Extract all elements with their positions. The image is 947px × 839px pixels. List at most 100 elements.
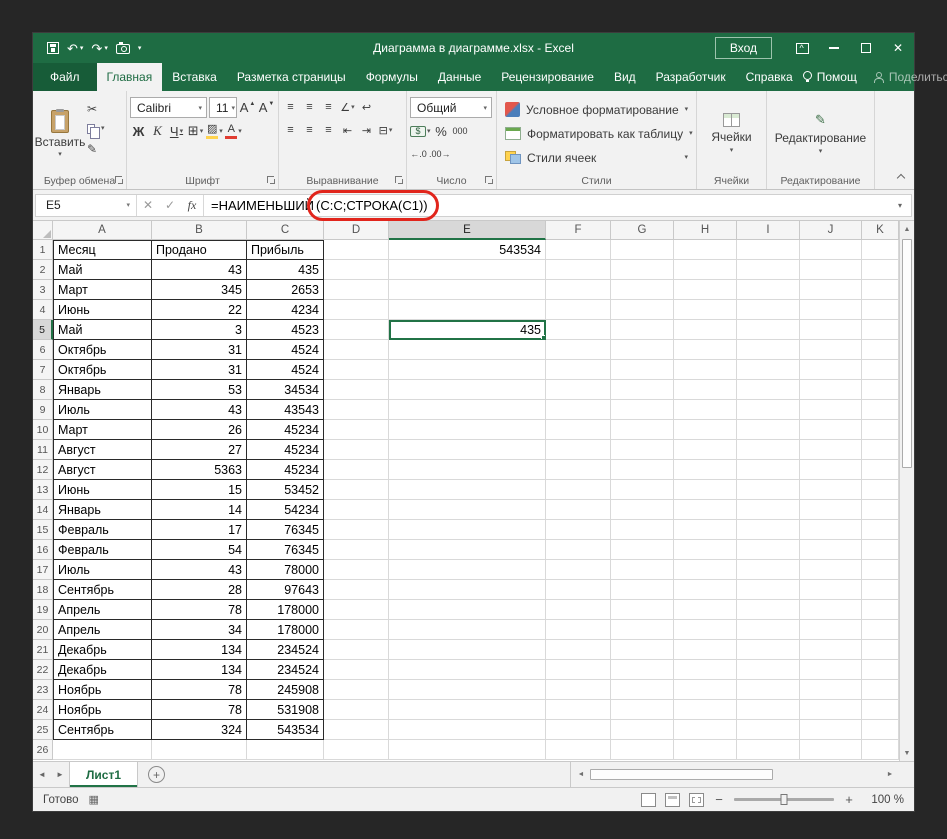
cell-C12[interactable]: 45234 [247,460,324,480]
cell-D11[interactable] [324,440,389,460]
cell-J5[interactable] [800,320,862,340]
cell-styles-button[interactable]: Стили ячеек▾ [500,146,693,169]
align-center-button[interactable]: ≡ [301,120,318,140]
cell-E20[interactable] [389,620,546,640]
cell-B26[interactable] [152,740,247,760]
cell-D10[interactable] [324,420,389,440]
cell-G14[interactable] [611,500,674,520]
cell-G21[interactable] [611,640,674,660]
cell-C5[interactable]: 4523 [247,320,324,340]
view-normal-icon[interactable] [641,793,656,807]
cell-G5[interactable] [611,320,674,340]
cell-H6[interactable] [674,340,737,360]
column-header-F[interactable]: F [546,221,611,240]
select-all-button[interactable] [33,221,53,240]
sheet-tab-list1[interactable]: Лист1 [69,762,138,787]
cell-F2[interactable] [546,260,611,280]
align-top-button[interactable]: ≡ [282,97,299,117]
cell-J12[interactable] [800,460,862,480]
cell-C24[interactable]: 531908 [247,700,324,720]
cell-E23[interactable] [389,680,546,700]
cell-H16[interactable] [674,540,737,560]
cell-D8[interactable] [324,380,389,400]
cell-I21[interactable] [737,640,800,660]
cell-H17[interactable] [674,560,737,580]
row-header-22[interactable]: 22 [33,660,53,680]
close-button[interactable]: ✕ [882,33,914,63]
cell-K13[interactable] [862,480,899,500]
sign-in-button[interactable]: Вход [715,37,772,59]
cell-F24[interactable] [546,700,611,720]
cell-C6[interactable]: 4524 [247,340,324,360]
cell-E12[interactable] [389,460,546,480]
cell-C20[interactable]: 178000 [247,620,324,640]
column-header-J[interactable]: J [800,221,862,240]
cell-G4[interactable] [611,300,674,320]
cell-E8[interactable] [389,380,546,400]
cell-K10[interactable] [862,420,899,440]
cell-K11[interactable] [862,440,899,460]
cell-B22[interactable]: 134 [152,660,247,680]
cell-F14[interactable] [546,500,611,520]
cell-D7[interactable] [324,360,389,380]
cell-D1[interactable] [324,240,389,260]
cell-F19[interactable] [546,600,611,620]
cell-H8[interactable] [674,380,737,400]
row-header-8[interactable]: 8 [33,380,53,400]
ribbon-tab-6[interactable]: Рецензирование [491,63,604,91]
row-header-20[interactable]: 20 [33,620,53,640]
cell-D21[interactable] [324,640,389,660]
row-header-24[interactable]: 24 [33,700,53,720]
cell-A10[interactable]: Март [53,420,152,440]
cell-H7[interactable] [674,360,737,380]
cell-E19[interactable] [389,600,546,620]
cell-D14[interactable] [324,500,389,520]
file-tab[interactable]: Файл [33,63,97,91]
cell-C22[interactable]: 234524 [247,660,324,680]
cell-G20[interactable] [611,620,674,640]
formula-bar-expand-icon[interactable]: ▾ [898,201,911,210]
cell-C7[interactable]: 4524 [247,360,324,380]
cell-J23[interactable] [800,680,862,700]
cell-F22[interactable] [546,660,611,680]
cell-I15[interactable] [737,520,800,540]
cell-C1[interactable]: Прибыль [247,240,324,260]
cell-D16[interactable] [324,540,389,560]
chevron-down-icon[interactable]: ▾ [228,104,235,112]
sheet-nav-left-icon[interactable]: ◄ [33,762,51,787]
horizontal-scroll-track[interactable] [588,769,883,780]
ribbon-tab-2[interactable]: Вставка [162,63,227,91]
cell-B23[interactable]: 78 [152,680,247,700]
row-header-23[interactable]: 23 [33,680,53,700]
cell-D20[interactable] [324,620,389,640]
cell-G8[interactable] [611,380,674,400]
cell-D6[interactable] [324,340,389,360]
ribbon-tab-8[interactable]: Разработчик [646,63,736,91]
cell-B16[interactable]: 54 [152,540,247,560]
cell-J25[interactable] [800,720,862,740]
vertical-scrollbar[interactable]: ▲ ▼ [899,221,914,761]
row-header-3[interactable]: 3 [33,280,53,300]
cell-D9[interactable] [324,400,389,420]
cell-H4[interactable] [674,300,737,320]
cell-J16[interactable] [800,540,862,560]
row-header-19[interactable]: 19 [33,600,53,620]
scroll-down-icon[interactable]: ▼ [900,745,914,761]
cut-button[interactable]: ✂ [87,101,105,116]
cell-G26[interactable] [611,740,674,760]
horizontal-scroll-thumb[interactable] [590,769,773,780]
cell-I12[interactable] [737,460,800,480]
cell-I13[interactable] [737,480,800,500]
cell-I26[interactable] [737,740,800,760]
cell-D25[interactable] [324,720,389,740]
cell-K1[interactable] [862,240,899,260]
cell-G10[interactable] [611,420,674,440]
cell-F25[interactable] [546,720,611,740]
cell-E3[interactable] [389,280,546,300]
cell-G15[interactable] [611,520,674,540]
cell-E14[interactable] [389,500,546,520]
cell-I25[interactable] [737,720,800,740]
cell-I10[interactable] [737,420,800,440]
fill-handle[interactable] [541,335,546,340]
column-header-C[interactable]: C [247,221,324,240]
